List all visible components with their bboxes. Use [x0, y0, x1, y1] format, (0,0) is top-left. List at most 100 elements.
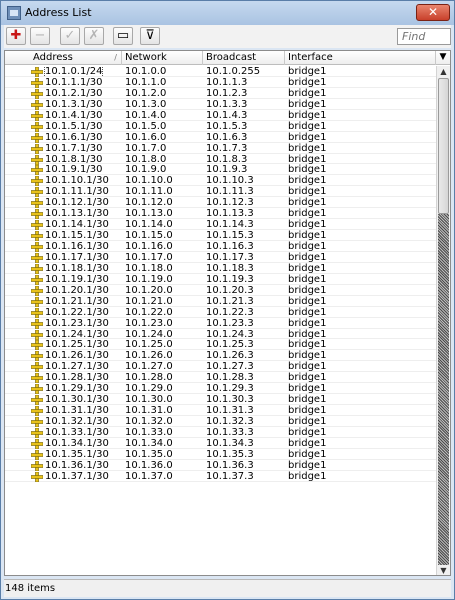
- address-cell: 10.1.4.1/30: [5, 110, 122, 121]
- network-cell: 10.1.9.0: [125, 164, 167, 176]
- table-row[interactable]: 10.1.33.1/30 10.1.33.0 10.1.33.3 bridge1: [5, 427, 436, 438]
- table-row[interactable]: 10.1.20.1/30 10.1.20.0 10.1.20.3 bridge1: [5, 285, 436, 296]
- address-cell: 10.1.5.1/30: [5, 121, 122, 132]
- table-row[interactable]: 10.1.13.1/30 10.1.13.0 10.1.13.3 bridge1: [5, 208, 436, 220]
- address-value: 10.1.20.1/30: [45, 284, 109, 296]
- table-row[interactable]: 10.1.34.1/30 10.1.34.0 10.1.34.3 bridge1: [5, 438, 436, 449]
- network-cell: 10.1.11.0: [125, 186, 173, 198]
- table-row[interactable]: 10.1.7.1/30 10.1.7.0 10.1.7.3 bridge1: [5, 143, 436, 154]
- broadcast-cell: 10.1.2.3: [206, 87, 248, 99]
- table-row[interactable]: 10.1.28.1/30 10.1.28.0 10.1.28.3 bridge1: [5, 372, 436, 384]
- table-row[interactable]: 10.1.29.1/30 10.1.29.0 10.1.29.3 bridge1: [5, 383, 436, 395]
- comment-button[interactable]: ▭: [113, 27, 133, 45]
- column-menu-dropdown-icon[interactable]: ▼: [436, 51, 450, 65]
- scrollbar-thumb[interactable]: [438, 78, 449, 214]
- table-row[interactable]: 10.1.3.1/30 10.1.3.0 10.1.3.3 bridge1: [5, 99, 436, 110]
- filter-button[interactable]: ⊽: [140, 27, 160, 45]
- table-row[interactable]: 10.1.36.1/30 10.1.36.0 10.1.36.3 bridge1: [5, 460, 436, 471]
- network-cell: 10.1.1.0: [125, 76, 167, 88]
- table-row[interactable]: 10.1.21.1/30 10.1.21.0 10.1.21.3 bridge1: [5, 296, 436, 307]
- table-row[interactable]: 10.1.0.1/24 10.1.0.0 10.1.0.255 bridge1: [5, 66, 436, 77]
- address-plus-icon: [31, 231, 43, 242]
- table-row[interactable]: 10.1.31.1/30 10.1.31.0 10.1.31.3 bridge1: [5, 405, 436, 417]
- interface-cell: bridge1: [288, 383, 327, 395]
- table-row[interactable]: 10.1.11.1/30 10.1.11.0 10.1.11.3 bridge1: [5, 186, 436, 198]
- table-row[interactable]: 10.1.10.1/30 10.1.10.0 10.1.10.3 bridge1: [5, 175, 436, 187]
- address-value: 10.1.24.1/30: [45, 328, 109, 340]
- add-button[interactable]: ✚: [6, 27, 26, 45]
- address-value: 10.1.18.1/30: [45, 262, 109, 274]
- address-value: 10.1.34.1/30: [45, 437, 109, 449]
- table-row[interactable]: 10.1.17.1/30 10.1.17.0 10.1.17.3 bridge1: [5, 252, 436, 263]
- table-row[interactable]: 10.1.14.1/30 10.1.14.0 10.1.14.3 bridge1: [5, 219, 436, 231]
- table-row[interactable]: 10.1.18.1/30 10.1.18.0 10.1.18.3 bridge1: [5, 263, 436, 274]
- status-bar: 148 items: [4, 579, 451, 597]
- column-header-interface[interactable]: Interface: [285, 51, 436, 65]
- network-cell: 10.1.20.0: [125, 284, 173, 296]
- network-cell: 10.1.28.0: [125, 372, 173, 384]
- table-row[interactable]: 10.1.6.1/30 10.1.6.0 10.1.6.3 bridge1: [5, 132, 436, 143]
- address-cell: 10.1.12.1/30: [5, 197, 122, 209]
- network-cell: 10.1.34.0: [125, 437, 173, 449]
- window-title: Address List: [25, 6, 92, 19]
- find-input[interactable]: [397, 28, 451, 45]
- column-header-address[interactable]: Address /: [5, 51, 122, 65]
- table-row[interactable]: 10.1.9.1/30 10.1.9.0 10.1.9.3 bridge1: [5, 164, 436, 176]
- interface-cell: bridge1: [288, 186, 327, 198]
- table-row[interactable]: 10.1.19.1/30 10.1.19.0 10.1.19.3 bridge1: [5, 274, 436, 285]
- network-cell: 10.1.14.0: [125, 219, 173, 231]
- table-row[interactable]: 10.1.16.1/30 10.1.16.0 10.1.16.3 bridge1: [5, 241, 436, 252]
- address-value: 10.1.25.1/30: [45, 339, 109, 351]
- table-row[interactable]: 10.1.23.1/30 10.1.23.0 10.1.23.3 bridge1: [5, 318, 436, 329]
- column-header-network[interactable]: Network: [122, 51, 203, 65]
- remove-button[interactable]: −: [30, 27, 50, 45]
- table-body: 10.1.0.1/24 10.1.0.0 10.1.0.255 bridge1 10.1…: [5, 66, 436, 575]
- address-value: 10.1.10.1/30: [45, 175, 109, 187]
- table-row[interactable]: 10.1.26.1/30 10.1.26.0 10.1.26.3 bridge1: [5, 350, 436, 362]
- disable-button[interactable]: ✗: [84, 27, 104, 45]
- network-cell: 10.1.17.0: [125, 251, 173, 263]
- scrollbar-track-hatched[interactable]: [438, 214, 449, 565]
- table-row[interactable]: 10.1.15.1/30 10.1.15.0 10.1.15.3 bridge1: [5, 230, 436, 242]
- broadcast-cell: 10.1.23.3: [206, 317, 254, 329]
- table-row[interactable]: 10.1.27.1/30 10.1.27.0 10.1.27.3 bridge1: [5, 361, 436, 373]
- scroll-down-icon[interactable]: ▼: [437, 565, 450, 575]
- enable-button[interactable]: ✓: [60, 27, 80, 45]
- broadcast-cell: 10.1.20.3: [206, 284, 254, 296]
- table-row[interactable]: 10.1.32.1/30 10.1.32.0 10.1.32.3 bridge1: [5, 416, 436, 427]
- address-cell: 10.1.33.1/30: [5, 427, 122, 438]
- broadcast-cell: 10.1.26.3: [206, 350, 254, 362]
- interface-cell: bridge1: [288, 230, 327, 242]
- address-value: 10.1.0.1/24: [43, 66, 104, 77]
- table-row[interactable]: 10.1.5.1/30 10.1.5.0 10.1.5.3 bridge1: [5, 121, 436, 132]
- table-row[interactable]: 10.1.30.1/30 10.1.30.0 10.1.30.3 bridge1: [5, 394, 436, 406]
- vertical-scrollbar[interactable]: ▲ ▼: [436, 66, 450, 575]
- broadcast-cell: 10.1.16.3: [206, 241, 254, 252]
- address-value: 10.1.17.1/30: [45, 251, 109, 263]
- close-button[interactable]: ✕: [416, 4, 450, 21]
- table-row[interactable]: 10.1.25.1/30 10.1.25.0 10.1.25.3 bridge1: [5, 339, 436, 351]
- address-value: 10.1.4.1/30: [45, 109, 103, 121]
- network-cell: 10.1.10.0: [125, 175, 173, 187]
- table-row[interactable]: 10.1.1.1/30 10.1.1.0 10.1.1.3 bridge1: [5, 77, 436, 88]
- scroll-up-icon[interactable]: ▲: [437, 66, 450, 78]
- table-row[interactable]: 10.1.35.1/30 10.1.35.0 10.1.35.3 bridge1: [5, 449, 436, 460]
- interface-cell: bridge1: [288, 262, 327, 274]
- table-row[interactable]: 10.1.12.1/30 10.1.12.0 10.1.12.3 bridge1: [5, 197, 436, 209]
- network-cell: 10.1.25.0: [125, 339, 173, 351]
- table-row[interactable]: 10.1.8.1/30 10.1.8.0 10.1.8.3 bridge1: [5, 154, 436, 165]
- table-row[interactable]: 10.1.2.1/30 10.1.2.0 10.1.2.3 bridge1: [5, 88, 436, 99]
- table-row[interactable]: 10.1.37.1/30 10.1.37.0 10.1.37.3 bridge1: [5, 471, 436, 482]
- address-plus-icon: [31, 242, 43, 252]
- column-header-broadcast[interactable]: Broadcast: [203, 51, 285, 65]
- table-row[interactable]: 10.1.4.1/30 10.1.4.0 10.1.4.3 bridge1: [5, 110, 436, 121]
- table-row[interactable]: 10.1.22.1/30 10.1.22.0 10.1.22.3 bridge1: [5, 307, 436, 318]
- address-plus-icon: [31, 209, 43, 220]
- table-row[interactable]: 10.1.24.1/30 10.1.24.0 10.1.24.3 bridge1: [5, 329, 436, 340]
- address-value: 10.1.28.1/30: [45, 372, 109, 384]
- broadcast-cell: 10.1.7.3: [206, 142, 248, 154]
- title-bar[interactable]: Address List ✕: [1, 1, 454, 25]
- interface-cell: bridge1: [288, 350, 327, 362]
- interface-cell: bridge1: [288, 164, 327, 176]
- address-plus-icon: [31, 67, 43, 77]
